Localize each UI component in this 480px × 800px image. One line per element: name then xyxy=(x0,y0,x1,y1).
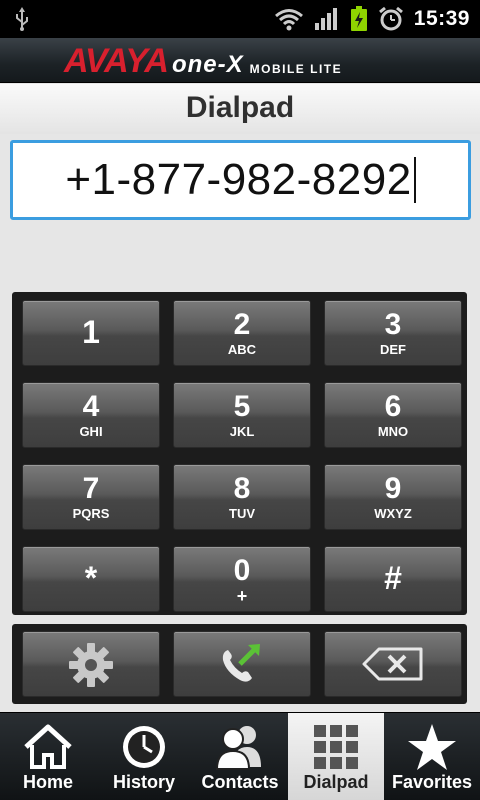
key-7[interactable]: 7 PQRS xyxy=(22,464,160,530)
key-4[interactable]: 4 GHI xyxy=(22,382,160,448)
key-3[interactable]: 3 DEF xyxy=(324,300,462,366)
settings-icon xyxy=(23,641,159,694)
page-title: Dialpad xyxy=(185,91,295,124)
alarm-icon xyxy=(378,6,404,32)
key-digit: 7 xyxy=(82,472,100,505)
key-digit: 5 xyxy=(233,390,251,423)
nav-history[interactable]: History xyxy=(96,713,192,800)
key-digit: 2 xyxy=(233,308,251,341)
key-letters: JKL xyxy=(229,424,255,439)
key-0[interactable]: 0 + xyxy=(173,546,311,612)
nav-dialpad[interactable]: Dialpad xyxy=(288,713,384,800)
star-icon xyxy=(384,721,480,773)
brand-mobile-lite: MOBILE LITE xyxy=(249,62,343,76)
backspace-icon xyxy=(325,646,461,687)
keypad: 1 2 ABC 3 DEF 4 GHI 5 JKL 6 MNO 7 PQRS 8… xyxy=(12,292,467,615)
home-icon xyxy=(0,721,96,773)
brand-avaya: AVAYA xyxy=(64,42,169,80)
status-bar: 15:39 xyxy=(0,0,480,38)
brand-onex: one-X xyxy=(171,51,244,78)
key-letters: + xyxy=(236,586,248,606)
nav-label: Home xyxy=(22,772,73,792)
clock-time: 15:39 xyxy=(413,7,470,30)
clock-icon xyxy=(96,721,192,773)
dialpad-icon xyxy=(288,721,384,773)
key-digit: 9 xyxy=(384,472,402,505)
key-letters: ABC xyxy=(227,342,257,357)
battery-charging-icon xyxy=(350,6,368,32)
nav-label: Favorites xyxy=(391,772,473,792)
key-star[interactable]: * xyxy=(22,546,160,612)
key-2[interactable]: 2 ABC xyxy=(173,300,311,366)
usb-icon xyxy=(14,7,30,36)
wifi-icon xyxy=(274,7,304,31)
key-letters: TUV xyxy=(229,506,255,521)
key-digit: 6 xyxy=(384,390,402,423)
backspace-button[interactable] xyxy=(324,631,462,697)
key-digit: # xyxy=(384,560,402,596)
key-5[interactable]: 5 JKL xyxy=(173,382,311,448)
action-row xyxy=(12,624,467,704)
key-hash[interactable]: # xyxy=(324,546,462,612)
signal-icon xyxy=(314,7,340,31)
title-bar: Dialpad xyxy=(0,84,480,134)
key-6[interactable]: 6 MNO xyxy=(324,382,462,448)
key-letters: PQRS xyxy=(72,506,110,521)
dial-number-value: +1-877-982-8292 xyxy=(65,155,412,204)
key-digit: * xyxy=(84,560,98,596)
key-digit: 3 xyxy=(384,308,402,341)
call-icon xyxy=(174,642,310,691)
call-button[interactable] xyxy=(173,631,311,697)
avaya-logo: AVAYA one-X MOBILE LITE xyxy=(64,42,342,78)
bottom-nav: Home History Contacts Dialpad Favorites xyxy=(0,712,480,800)
key-digit: 8 xyxy=(233,472,251,505)
key-letters: WXYZ xyxy=(374,506,412,521)
key-1[interactable]: 1 xyxy=(22,300,160,366)
nav-label: History xyxy=(112,772,175,792)
contacts-icon xyxy=(192,721,288,773)
key-letters: DEF xyxy=(380,342,406,357)
nav-home[interactable]: Home xyxy=(0,713,96,800)
key-letters: GHI xyxy=(79,424,103,439)
key-8[interactable]: 8 TUV xyxy=(173,464,311,530)
brand-header: AVAYA one-X MOBILE LITE xyxy=(0,38,480,83)
dial-number-input[interactable]: +1-877-982-8292 xyxy=(10,140,471,220)
nav-favorites[interactable]: Favorites xyxy=(384,713,480,800)
key-9[interactable]: 9 WXYZ xyxy=(324,464,462,530)
key-digit: 0 xyxy=(233,554,251,587)
text-cursor xyxy=(413,157,416,203)
nav-contacts[interactable]: Contacts xyxy=(192,713,288,800)
nav-label: Dialpad xyxy=(303,772,369,792)
settings-button[interactable] xyxy=(22,631,160,697)
key-digit: 4 xyxy=(82,390,100,423)
nav-label: Contacts xyxy=(201,772,279,792)
key-digit: 1 xyxy=(82,314,100,350)
key-letters: MNO xyxy=(377,424,409,439)
